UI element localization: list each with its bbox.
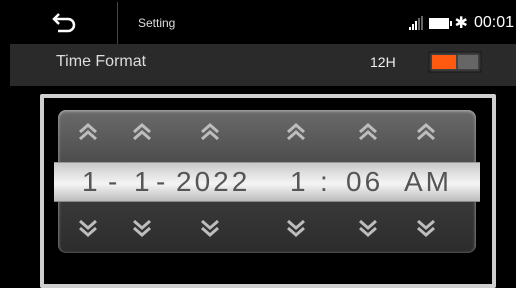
date-time-picker-frame: 1 - 1 - 2022 1 : 06 AM [40,94,496,288]
minute-down-button[interactable] [356,218,380,238]
chevron-up-icon [133,123,151,141]
separator: - [108,166,121,197]
time-format-toggle[interactable] [428,51,482,73]
clock: 00:01 [473,14,514,31]
month-value: 1 [82,166,101,197]
back-button[interactable] [10,2,118,44]
hour-up-button[interactable] [284,122,308,142]
time-format-row: Time Format 12H [10,44,516,87]
signal-icon [408,16,423,30]
ampm-value: AM [404,166,452,197]
month-up-button[interactable] [76,122,100,142]
minute-value: 06 [346,166,384,197]
bluetooth-icon: ✱ [454,15,468,32]
date-time-picker: 1 - 1 - 2022 1 : 06 AM [54,110,480,253]
day-value: 1 [134,166,153,197]
time-format-label: Time Format [56,53,147,70]
hour-value: 1 [290,166,309,197]
chevron-up-icon [417,123,435,141]
chevron-up-icon [287,123,305,141]
chevron-down-icon [287,219,305,237]
day-down-button[interactable] [130,218,154,238]
chevron-up-icon [201,123,219,141]
day-up-button[interactable] [130,122,154,142]
separator: - [156,166,169,197]
toggle-knob [432,55,456,69]
chevron-up-icon [359,123,377,141]
hour-down-button[interactable] [284,218,308,238]
selected-value-band: 1 - 1 - 2022 1 : 06 AM [54,162,480,202]
year-value: 2022 [176,166,251,197]
status-area: ✱ 00:01 [408,2,514,44]
ampm-up-button[interactable] [414,122,438,142]
chevron-down-icon [201,219,219,237]
year-down-button[interactable] [198,218,222,238]
battery-icon [428,17,452,29]
back-icon [51,13,75,33]
time-separator: : [320,166,331,197]
time-format-value: 12H [370,54,396,70]
year-up-button[interactable] [198,122,222,142]
chevron-down-icon [417,219,435,237]
month-down-button[interactable] [76,218,100,238]
minute-up-button[interactable] [356,122,380,142]
chevron-down-icon [79,219,97,237]
content-area: 1 - 1 - 2022 1 : 06 AM [10,86,516,288]
selected-date-time: 1 - 1 - 2022 1 : 06 AM [54,163,480,201]
page-title: Setting [138,16,176,30]
top-bar: Setting ✱ 00:01 [10,2,516,45]
toggle-off-area [458,55,478,69]
chevron-up-icon [79,123,97,141]
chevron-down-icon [133,219,151,237]
chevron-down-icon [359,219,377,237]
ampm-down-button[interactable] [414,218,438,238]
